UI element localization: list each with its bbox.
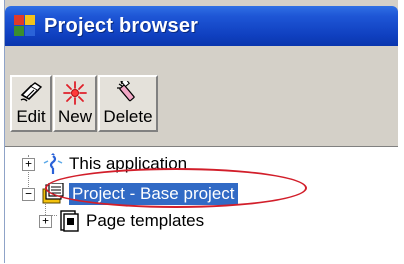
project-browser-window: Project browser Edit New Delete + This a…	[4, 0, 398, 264]
delete-button[interactable]: Delete	[98, 75, 158, 132]
toolbar: Edit New Delete	[5, 46, 398, 146]
edit-button[interactable]: Edit	[10, 75, 52, 132]
application-icon	[43, 153, 63, 174]
tree-node-this-application[interactable]: + This application	[22, 151, 187, 177]
new-button-label: New	[57, 107, 92, 126]
edit-icon	[20, 82, 43, 102]
tree-node-label: Page templates	[86, 211, 205, 230]
new-button[interactable]: New	[53, 75, 97, 132]
page-templates-icon	[60, 210, 79, 232]
tree-node-label-selected: Project - Base project	[69, 183, 238, 205]
tree-node-base-project[interactable]: − Project - Base project	[22, 181, 238, 207]
collapse-icon[interactable]: −	[22, 187, 35, 201]
delete-icon	[117, 81, 135, 102]
tree-node-label: This application	[69, 154, 188, 173]
edit-button-label: Edit	[16, 107, 46, 126]
tree-node-page-templates[interactable]: + Page templates	[39, 208, 204, 234]
window-app-icon	[14, 15, 36, 37]
delete-button-label: Delete	[103, 107, 153, 126]
project-tree: + This application − Project - Base proj…	[5, 146, 398, 264]
title-bar[interactable]: Project browser	[5, 6, 398, 46]
project-icon	[42, 183, 64, 204]
new-icon	[63, 81, 87, 105]
window-title: Project browser	[44, 14, 199, 37]
expand-icon[interactable]: +	[22, 157, 35, 171]
expand-icon[interactable]: +	[39, 214, 52, 228]
